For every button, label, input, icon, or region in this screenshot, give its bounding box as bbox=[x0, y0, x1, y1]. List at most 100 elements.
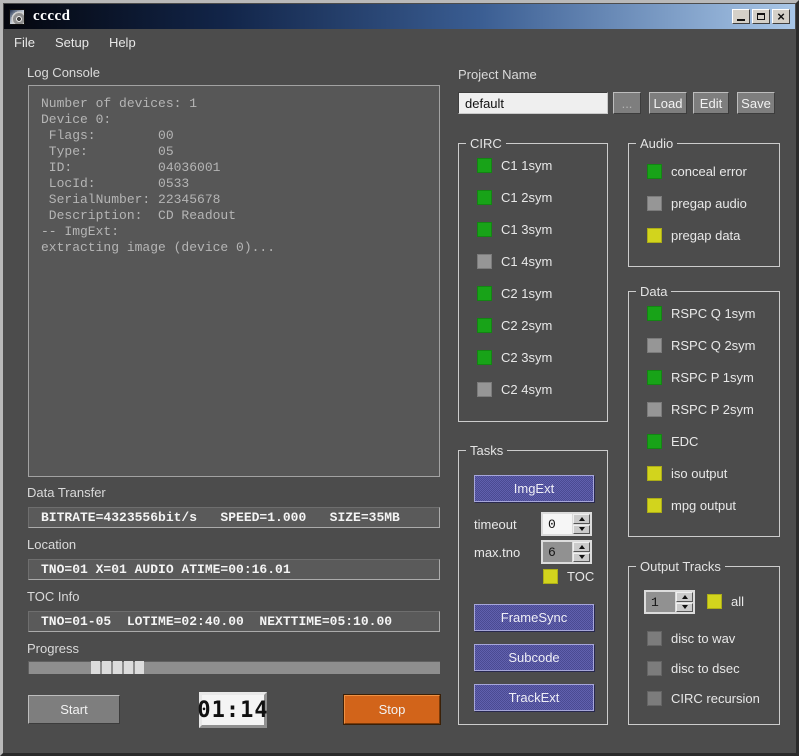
checkbox-label: C2 3sym bbox=[501, 350, 553, 365]
start-button[interactable]: Start bbox=[28, 695, 120, 724]
stop-button[interactable]: Stop bbox=[344, 695, 440, 724]
checkbox-label: C1 2sym bbox=[501, 190, 553, 205]
save-button[interactable]: Save bbox=[737, 92, 775, 114]
timeout-spinbox[interactable]: 0 bbox=[541, 512, 592, 536]
checkbox-label: conceal error bbox=[671, 164, 747, 179]
checkbox-label: pregap data bbox=[671, 228, 741, 243]
checkbox-label: EDC bbox=[671, 434, 699, 449]
checkbox-rspc-q-2sym[interactable] bbox=[647, 338, 662, 353]
checkbox-circ-recursion[interactable] bbox=[647, 691, 662, 706]
framesync-button[interactable]: FrameSync bbox=[474, 604, 594, 631]
track-number-value[interactable]: 1 bbox=[646, 592, 675, 612]
trackext-button[interactable]: TrackExt bbox=[474, 684, 594, 711]
checkbox-c1-1sym[interactable] bbox=[477, 158, 492, 173]
minimize-icon bbox=[737, 19, 745, 21]
checkbox-label: C1 1sym bbox=[501, 158, 553, 173]
checkbox-rspc-p-2sym[interactable] bbox=[647, 402, 662, 417]
checkbox-disc-to-dsec[interactable] bbox=[647, 661, 662, 676]
checkbox-label: RSPC P 1sym bbox=[671, 370, 754, 385]
load-button[interactable]: Load bbox=[649, 92, 687, 114]
checkbox-mpg-output[interactable] bbox=[647, 498, 662, 513]
track-spin-down[interactable] bbox=[676, 602, 693, 612]
checkbox-label: disc to wav bbox=[671, 631, 736, 646]
output-tracks-group: Output Tracks 1 all disc to wav disc to … bbox=[628, 559, 780, 725]
menu-setup[interactable]: Setup bbox=[45, 33, 99, 52]
data-group-title: Data bbox=[636, 284, 672, 299]
checkbox-rspc-q-1sym[interactable] bbox=[647, 306, 662, 321]
arrow-down-icon bbox=[578, 527, 585, 532]
data-transfer-label: Data Transfer bbox=[27, 485, 106, 500]
menu-file[interactable]: File bbox=[4, 33, 45, 52]
checkbox-all-tracks[interactable] bbox=[707, 594, 722, 609]
max-tno-value[interactable]: 6 bbox=[543, 542, 572, 562]
toc-info-label: TOC Info bbox=[27, 589, 80, 604]
maximize-button[interactable] bbox=[752, 9, 770, 24]
menu-bar: File Setup Help bbox=[4, 31, 795, 54]
arrow-up-icon bbox=[578, 516, 585, 521]
checkbox-label: pregap audio bbox=[671, 196, 747, 211]
checkbox-c1-3sym[interactable] bbox=[477, 222, 492, 237]
checkbox-label: C2 4sym bbox=[501, 382, 553, 397]
checkbox-label: RSPC P 2sym bbox=[671, 402, 754, 417]
checkbox-label: C1 3sym bbox=[501, 222, 553, 237]
checkbox-iso-output[interactable] bbox=[647, 466, 662, 481]
arrow-down-icon bbox=[578, 555, 585, 560]
checkbox-conceal-error[interactable] bbox=[647, 164, 662, 179]
checkbox-label: iso output bbox=[671, 466, 728, 481]
checkbox-c2-2sym[interactable] bbox=[477, 318, 492, 333]
checkbox-toc[interactable] bbox=[543, 569, 558, 584]
checkbox-label: mpg output bbox=[671, 498, 737, 513]
log-console-label: Log Console bbox=[27, 65, 100, 80]
menu-help[interactable]: Help bbox=[99, 33, 146, 52]
app-cd-icon bbox=[9, 8, 25, 25]
max-tno-label: max.tno bbox=[474, 545, 521, 560]
max-tno-spin-up[interactable] bbox=[573, 542, 590, 552]
browse-button[interactable]: ... bbox=[613, 92, 641, 114]
data-group: Data RSPC Q 1sym RSPC Q 2sym RSPC P 1sym… bbox=[628, 284, 780, 537]
checkbox-disc-to-wav[interactable] bbox=[647, 631, 662, 646]
checkbox-pregap-audio[interactable] bbox=[647, 196, 662, 211]
checkbox-label: C2 1sym bbox=[501, 286, 553, 301]
imgext-button[interactable]: ImgExt bbox=[474, 475, 594, 502]
track-spin-up[interactable] bbox=[676, 592, 693, 602]
checkbox-label: C1 4sym bbox=[501, 254, 553, 269]
location-label: Location bbox=[27, 537, 77, 552]
audio-group: Audio conceal error pregap audio pregap … bbox=[628, 136, 780, 267]
checkbox-pregap-data[interactable] bbox=[647, 228, 662, 243]
lcd-timer-display: 01:14 bbox=[197, 692, 268, 728]
checkbox-label: RSPC Q 1sym bbox=[671, 306, 756, 321]
tasks-group: Tasks ImgExt timeout 0 max.tno 6 TOC Fra… bbox=[458, 443, 608, 725]
timeout-spin-down[interactable] bbox=[573, 524, 590, 534]
track-number-spinbox[interactable]: 1 bbox=[644, 590, 695, 614]
project-name-input[interactable]: default bbox=[458, 92, 608, 114]
max-tno-spinbox[interactable]: 6 bbox=[541, 540, 592, 564]
minimize-button[interactable] bbox=[732, 9, 750, 24]
toc-info-value: TNO=01-05 LOTIME=02:40.00 NEXTTIME=05:10… bbox=[28, 611, 440, 632]
circ-group: CIRC C1 1sym C1 2sym C1 3sym C1 4sym C2 … bbox=[458, 136, 608, 422]
timeout-label: timeout bbox=[474, 517, 517, 532]
log-console-text: Number of devices: 1 Device 0: Flags: 00… bbox=[41, 96, 276, 255]
checkbox-c2-4sym[interactable] bbox=[477, 382, 492, 397]
toc-checkbox-label: TOC bbox=[567, 569, 595, 584]
checkbox-label: disc to dsec bbox=[671, 661, 740, 676]
checkbox-c2-3sym[interactable] bbox=[477, 350, 492, 365]
arrow-down-icon bbox=[681, 605, 688, 610]
edit-button[interactable]: Edit bbox=[693, 92, 729, 114]
audio-group-title: Audio bbox=[636, 136, 678, 151]
checkbox-c1-2sym[interactable] bbox=[477, 190, 492, 205]
progress-bar bbox=[28, 661, 440, 674]
subcode-button[interactable]: Subcode bbox=[474, 644, 594, 671]
data-transfer-value: BITRATE=4323556bit/s SPEED=1.000 SIZE=35… bbox=[28, 507, 440, 528]
max-tno-spin-down[interactable] bbox=[573, 552, 590, 562]
checkbox-edc[interactable] bbox=[647, 434, 662, 449]
timeout-spin-up[interactable] bbox=[573, 514, 590, 524]
timeout-value[interactable]: 0 bbox=[543, 514, 572, 534]
checkbox-c2-1sym[interactable] bbox=[477, 286, 492, 301]
checkbox-c1-4sym[interactable] bbox=[477, 254, 492, 269]
checkbox-rspc-p-1sym[interactable] bbox=[647, 370, 662, 385]
close-button[interactable]: × bbox=[772, 9, 790, 24]
arrow-up-icon bbox=[681, 594, 688, 599]
project-name-label: Project Name bbox=[458, 67, 537, 82]
title-bar[interactable]: ccccd × bbox=[4, 4, 795, 29]
log-console[interactable]: Number of devices: 1 Device 0: Flags: 00… bbox=[28, 85, 440, 477]
